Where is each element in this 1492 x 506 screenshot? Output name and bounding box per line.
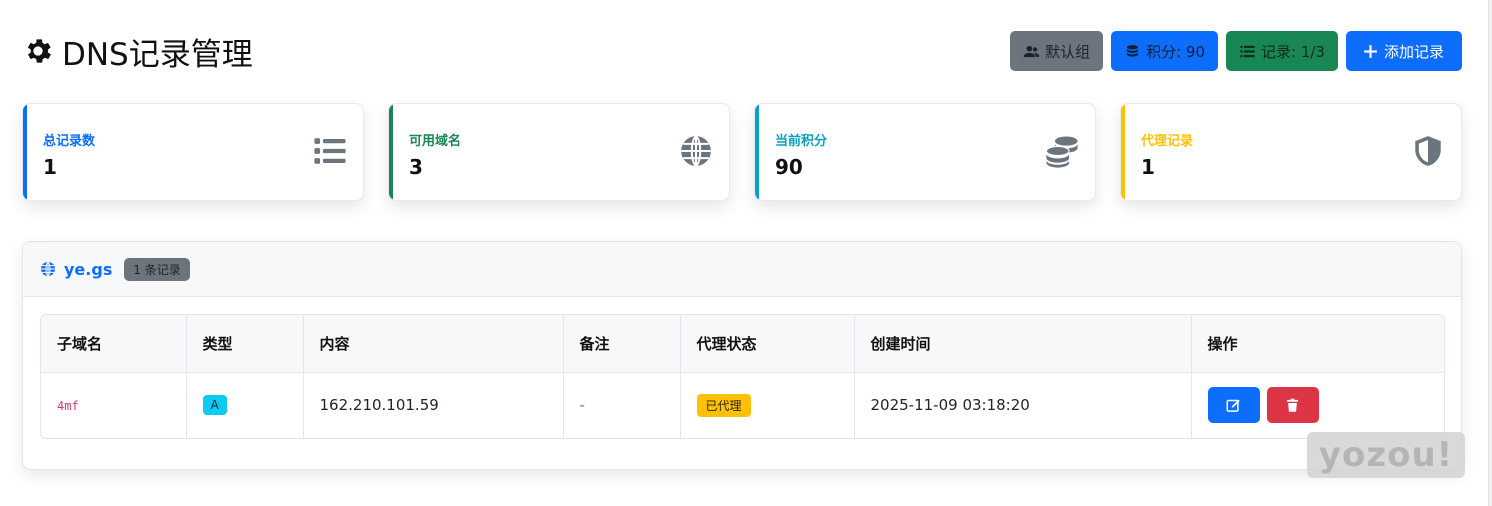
watermark-logo: yozou! xyxy=(1307,432,1465,478)
coins-icon xyxy=(1126,44,1139,56)
users-icon xyxy=(1023,45,1040,57)
stat-card-points: 当前积分 90 xyxy=(754,103,1096,201)
records-table: 子域名 类型 内容 备注 代理状态 创建时间 操作 4mf A 162.210.… xyxy=(40,314,1445,439)
list-icon xyxy=(1240,45,1255,57)
stat-value: 90 xyxy=(775,155,803,179)
cell-proxy: 已代理 xyxy=(680,372,855,438)
stat-card-proxy: 代理记录 1 xyxy=(1120,103,1462,201)
scrollbar-track[interactable] xyxy=(1488,0,1492,506)
globe-icon xyxy=(41,261,55,277)
cell-created: 2025-11-09 03:18:20 xyxy=(854,372,1192,438)
col-note: 备注 xyxy=(563,315,681,373)
page-header: DNS记录管理 默认组 积分: 90 记录: 1/3 添加记录 xyxy=(22,28,1462,74)
cell-note: - xyxy=(563,372,681,438)
globe-icon xyxy=(681,135,711,167)
domain-card-header: ye.gs 1 条记录 xyxy=(23,242,1461,297)
stat-value: 1 xyxy=(43,155,57,179)
edit-icon xyxy=(1226,399,1240,412)
stat-label: 总记录数 xyxy=(43,134,96,149)
domain-name: ye.gs xyxy=(64,259,113,279)
add-record-button[interactable]: 添加记录 xyxy=(1345,31,1462,71)
cell-content: 162.210.101.59 xyxy=(303,372,564,438)
cell-subdomain: 4mf xyxy=(41,372,187,438)
records-badge: 记录: 1/3 xyxy=(1226,31,1338,71)
stat-label: 可用域名 xyxy=(409,134,462,149)
page-title-text: DNS记录管理 xyxy=(62,36,253,73)
edit-record-button[interactable] xyxy=(1207,387,1260,424)
cell-type: A xyxy=(186,372,304,438)
page-title: DNS记录管理 xyxy=(22,29,253,74)
stats-row: 总记录数 1 可用域名 3 当前积分 90 代理记录 1 xyxy=(22,103,1462,201)
gear-icon xyxy=(27,39,51,63)
header-actions: 默认组 积分: 90 记录: 1/3 添加记录 xyxy=(1010,31,1462,71)
record-count-badge: 1 条记录 xyxy=(124,257,190,281)
add-record-label: 添加记录 xyxy=(1383,42,1444,61)
col-created: 创建时间 xyxy=(854,315,1192,373)
proxy-status-badge: 已代理 xyxy=(696,393,751,417)
stat-label: 代理记录 xyxy=(1141,134,1194,149)
col-actions: 操作 xyxy=(1191,315,1444,373)
col-subdomain: 子域名 xyxy=(41,315,187,373)
coins-icon xyxy=(1045,136,1078,168)
type-badge: A xyxy=(202,395,227,416)
col-content: 内容 xyxy=(303,315,564,373)
stat-label: 当前积分 xyxy=(775,134,828,149)
table-header-row: 子域名 类型 内容 备注 代理状态 创建时间 操作 xyxy=(41,315,1444,373)
domain-card: ye.gs 1 条记录 子域名 类型 内容 备注 代理状态 创建时间 操作 4m… xyxy=(22,241,1462,470)
table-row: 4mf A 162.210.101.59 - 已代理 2025-11-09 03… xyxy=(41,372,1444,438)
plus-icon xyxy=(1364,44,1377,58)
points-label: 积分: 90 xyxy=(1146,42,1206,61)
cell-actions xyxy=(1191,372,1444,438)
stat-value: 1 xyxy=(1141,155,1155,179)
records-label: 记录: 1/3 xyxy=(1261,42,1325,61)
trash-icon xyxy=(1286,398,1299,412)
stat-card-domains: 可用域名 3 xyxy=(388,103,730,201)
delete-record-button[interactable] xyxy=(1266,387,1319,424)
group-label: 默认组 xyxy=(1045,42,1091,61)
shield-icon xyxy=(1415,136,1441,166)
points-badge: 积分: 90 xyxy=(1111,31,1219,71)
col-type: 类型 xyxy=(186,315,304,373)
stat-card-total: 总记录数 1 xyxy=(22,103,364,201)
subdomain-text: 4mf xyxy=(57,399,79,414)
group-badge: 默认组 xyxy=(1010,31,1104,71)
list-icon xyxy=(314,138,346,164)
stat-value: 3 xyxy=(409,155,423,179)
col-proxy: 代理状态 xyxy=(680,315,855,373)
